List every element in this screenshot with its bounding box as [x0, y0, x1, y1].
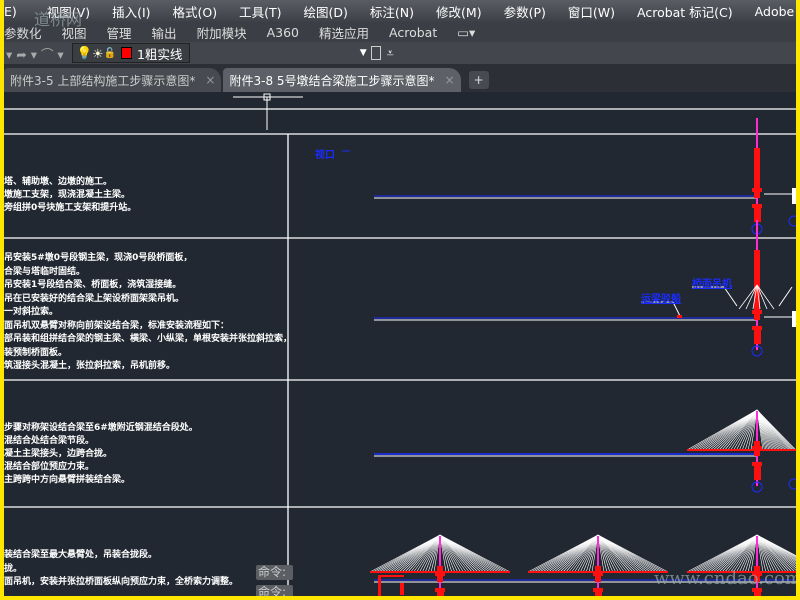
stay-cable [756, 534, 781, 573]
tower-cap [752, 446, 762, 450]
note-line: 旁组拼0号块施工支架和提升站。 [4, 203, 137, 213]
note-line: 吊安装1号段结合梁、桥面板，浇筑湿接缝。 [4, 280, 182, 290]
note-line: 混结合部位预应力束。 [4, 462, 95, 472]
viewport-label: 视口 [315, 150, 335, 161]
watermark-bottom: www.cndao.com [654, 568, 796, 589]
note-line: 吊在已安装好的结合梁上架设桥面架梁吊机。 [4, 293, 185, 304]
barge [677, 315, 682, 318]
pier [754, 330, 761, 344]
pier-cap [752, 326, 762, 330]
note-line: 一对斜拉索。 [4, 307, 59, 317]
note-line: 拢。 [4, 563, 23, 574]
pier-cap [593, 588, 603, 592]
tower-cap [435, 572, 445, 576]
pier [754, 208, 761, 222]
pier [437, 592, 444, 596]
barge-label: 运梁驳船 [641, 294, 681, 305]
pier [754, 466, 761, 480]
stay-cable [733, 409, 758, 451]
note-line: 混结合处结合梁节段。 [4, 436, 95, 446]
stay-cable [597, 534, 622, 573]
axis-marker [788, 215, 796, 227]
abutment [792, 311, 796, 327]
leader [778, 286, 793, 307]
command-prompt[interactable]: 命令: [256, 565, 293, 580]
stay-cable [733, 534, 758, 573]
autocad-window: E) 视图(V) 插入(I) 格式(O) 工具(T) 绘图(D) 标注(N) 修改(M) 参数(… [4, 0, 796, 596]
note-line: 步骤对称架设结合梁至6#墩附近钢混结合段处。 [4, 423, 198, 433]
crane-label: 桥面吊机 [692, 279, 732, 290]
note-line: 筑湿接头混凝土，张拉斜拉索，吊机前移。 [4, 361, 176, 371]
note-line: 合梁与塔临时固结。 [4, 266, 86, 277]
stay-cable [413, 534, 441, 573]
stay-cable [571, 534, 599, 573]
stay-cable [730, 534, 758, 573]
pier [378, 576, 381, 596]
pier [400, 583, 404, 595]
note-line: 塔、辅助墩、边墩的施工。 [4, 177, 113, 187]
stay-cable [439, 534, 467, 573]
watermark-top: 道桥网 [34, 10, 83, 29]
note-line: 部吊装和组拼结合梁的钢主梁、横梁、小纵梁，单根安装并张拉斜拉索， [4, 334, 293, 344]
tower-cap [752, 310, 762, 314]
note-line: 面吊机，安装并张拉桥面板纵向预应力束，全桥索力调整。 [4, 577, 239, 587]
note-line: 面吊机双悬臂对称向前架设结合梁，标准安装流程如下： [4, 320, 230, 331]
stay-cable [439, 534, 464, 573]
stay-cable [730, 409, 758, 451]
stay-cable [756, 534, 784, 573]
note-line: 墩施工支架，现浇混凝土主梁。 [4, 190, 131, 200]
axis-marker [788, 478, 796, 490]
command-prompt-2[interactable]: 命令: [256, 585, 293, 596]
tower-cap [752, 188, 762, 192]
pier [595, 592, 602, 596]
note-line: 凝土主梁接头，边跨合拢。 [4, 449, 113, 459]
pier-cap [752, 462, 762, 466]
note-line: 主跨跨中方向悬臂拼装结合梁。 [4, 475, 131, 485]
pier [754, 592, 761, 596]
stay-cable [416, 534, 441, 573]
pier-cap [752, 204, 762, 208]
note-line: 装结合梁至最大悬臂处，吊装合拢段。 [4, 550, 158, 560]
stay-cable [597, 534, 625, 573]
stay-cable [574, 534, 599, 573]
note-line: 装预制桥面板。 [4, 347, 68, 358]
tower-cap [593, 572, 603, 576]
stay-cable [712, 409, 758, 451]
note-line: 吊安装5#墩0号段钢主梁，现浇0号段桥面板， [4, 253, 193, 263]
pier-cap [435, 588, 445, 592]
abutment [792, 188, 796, 204]
